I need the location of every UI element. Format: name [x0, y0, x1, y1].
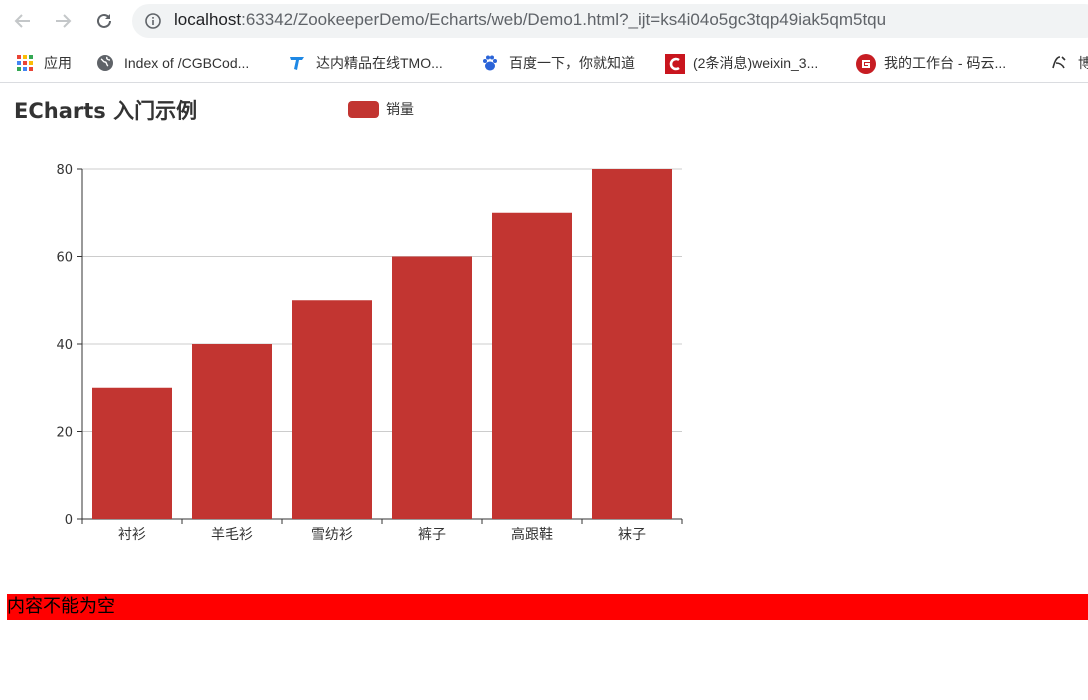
bar[interactable]: [92, 387, 172, 519]
gitee-icon: [856, 54, 876, 74]
y-tick-label: 80: [56, 163, 73, 178]
y-tick-label: 20: [56, 426, 73, 441]
globe-icon: [96, 54, 114, 72]
bookmark-label: 百度一下，你就知道: [509, 55, 635, 71]
bar[interactable]: [592, 169, 672, 519]
bookmark-icon: [1050, 54, 1068, 72]
browser-toolbar: localhost:63342/ZookeeperDemo/Echarts/we…: [0, 0, 1088, 42]
bar-chart: 0 20 40 60 80 衬衫 羊毛衫 雪纺衫 裤子 高跟鞋 袜子: [56, 163, 683, 543]
x-tick-label: 衬衫: [118, 527, 146, 543]
x-tick-label: 袜子: [618, 527, 646, 543]
y-tick-label: 40: [56, 338, 73, 353]
reload-button[interactable]: [91, 8, 117, 34]
bookmark-apps[interactable]: 应用: [16, 52, 72, 74]
error-message: 内容不能为空: [7, 594, 1088, 620]
url-text[interactable]: localhost:63342/ZookeeperDemo/Echarts/we…: [174, 10, 886, 30]
page-title: ECharts 入门示例: [14, 99, 198, 123]
bar[interactable]: [292, 300, 372, 519]
x-tick-label: 高跟鞋: [511, 526, 553, 543]
forward-button[interactable]: [50, 8, 76, 34]
x-tick-label: 雪纺衫: [311, 527, 353, 543]
url-path: :63342/ZookeeperDemo/Echarts/web/Demo1.h…: [241, 10, 887, 29]
bookmark-t-icon: [288, 54, 306, 72]
bookmark-tedu[interactable]: 达内精品在线TMO...: [288, 52, 443, 74]
arrow-left-icon: [14, 14, 30, 28]
bar[interactable]: [492, 212, 572, 519]
chart-legend[interactable]: 销量: [348, 99, 414, 119]
bookmark-label: 博: [1078, 53, 1088, 73]
bookmark-label: (2条消息)weixin_3...: [693, 55, 819, 71]
bookmark-blog[interactable]: 博: [1050, 52, 1088, 74]
y-tick-label: 0: [65, 513, 73, 528]
bookmark-gitee[interactable]: 我的工作台 - 码云...: [856, 52, 1006, 74]
x-tick-label: 裤子: [418, 527, 446, 543]
address-bar[interactable]: localhost:63342/ZookeeperDemo/Echarts/we…: [132, 4, 1088, 38]
bar[interactable]: [392, 256, 472, 520]
arrow-right-icon: [56, 14, 72, 28]
bookmarks-bar: 应用 Index of /CGBCod... 达内精品在线TMO... 百度一下…: [0, 44, 1088, 83]
bookmark-label: 应用: [44, 55, 72, 71]
baidu-paw-icon: [481, 54, 499, 72]
info-icon[interactable]: [144, 12, 162, 30]
bookmark-label: Index of /CGBCod...: [124, 55, 250, 71]
y-tick-label: 60: [56, 251, 73, 266]
legend-label: 销量: [386, 102, 414, 118]
url-host: localhost: [174, 10, 242, 29]
reload-icon: [97, 13, 111, 28]
back-button[interactable]: [10, 8, 36, 34]
x-tick-label: 羊毛衫: [211, 527, 253, 543]
bookmark-index-cgbcode[interactable]: Index of /CGBCod...: [96, 52, 249, 74]
bar[interactable]: [192, 344, 272, 519]
bookmark-label: 达内精品在线TMO...: [316, 55, 443, 71]
legend-swatch: [348, 100, 379, 118]
bookmark-baidu[interactable]: 百度一下，你就知道: [481, 52, 635, 74]
bookmark-csdn[interactable]: (2条消息)weixin_3...: [665, 52, 818, 74]
apps-grid-icon: [16, 54, 34, 72]
bookmark-label: 我的工作台 - 码云...: [884, 55, 1007, 71]
csdn-c-icon: [665, 54, 685, 74]
